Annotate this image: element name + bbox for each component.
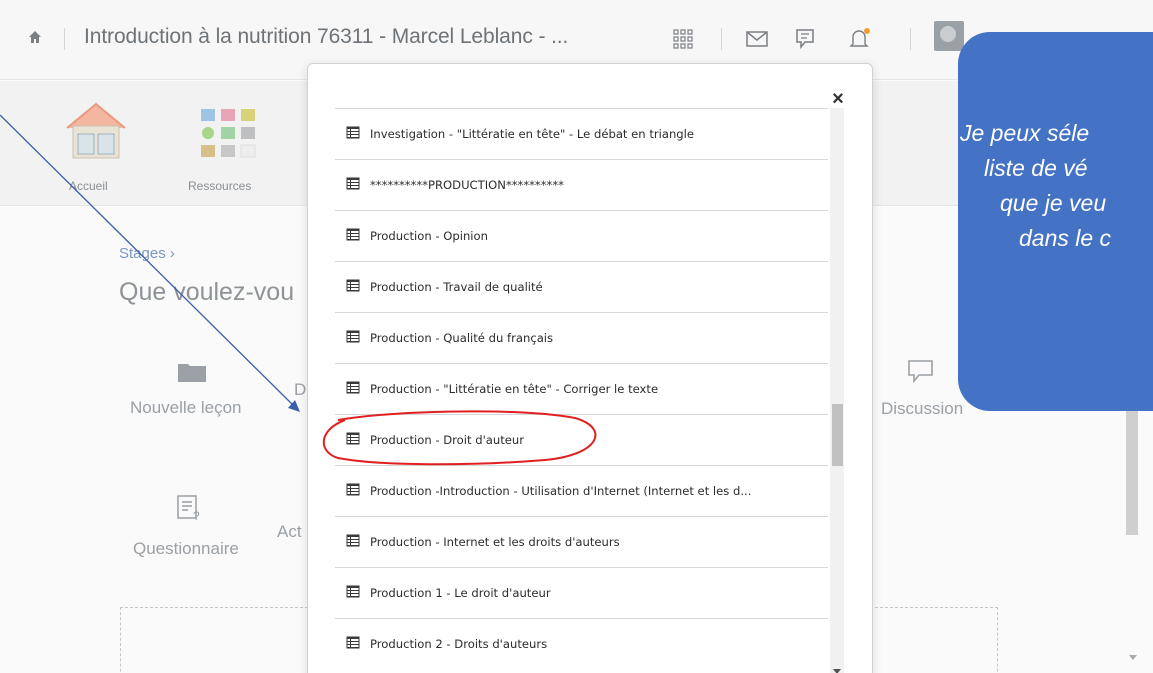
avatar[interactable]	[934, 21, 964, 51]
folder-icon	[178, 364, 206, 382]
list-item-label: **********PRODUCTION**********	[370, 178, 564, 192]
option-partial-act[interactable]: Act	[277, 522, 302, 542]
list-item-label: Production - Internet et les droits d'au…	[370, 535, 620, 549]
option-questionnaire[interactable]: Questionnaire	[133, 539, 239, 559]
table-icon	[346, 534, 360, 547]
list-item[interactable]: Investigation - "Littératie en tête" - L…	[335, 108, 828, 159]
list-item[interactable]: Production - Opinion	[335, 210, 828, 261]
table-icon	[346, 279, 360, 292]
divider	[64, 28, 65, 50]
list-item[interactable]: **********PRODUCTION**********	[335, 159, 828, 210]
list-item[interactable]: Production 1 - Le droit d'auteur	[335, 567, 828, 618]
resources-grid-icon[interactable]	[201, 109, 259, 165]
table-icon	[346, 636, 360, 649]
message-alert-icon[interactable]	[793, 26, 819, 52]
dialog-scrollbar-thumb[interactable]	[832, 404, 843, 466]
list-item-label: Production -Introduction - Utilisation d…	[370, 484, 752, 498]
activity-picker-dialog: × Investigation - "Littératie en tête" -…	[307, 63, 873, 673]
table-icon	[346, 381, 360, 394]
list-item-label: Investigation - "Littératie en tête" - L…	[370, 127, 695, 141]
option-partial[interactable]: D	[294, 380, 306, 400]
callout-line: que je veu	[1000, 190, 1107, 216]
mail-icon[interactable]	[744, 26, 770, 52]
quiz-icon: ?	[177, 495, 200, 522]
house-icon[interactable]	[65, 100, 127, 162]
list-item-label: Production - "Littératie en tête" - Corr…	[370, 382, 659, 396]
table-icon	[346, 330, 360, 343]
table-icon	[346, 177, 360, 190]
list-item[interactable]: Production - Qualité du français	[335, 312, 828, 363]
list-item[interactable]: Production - "Littératie en tête" - Corr…	[335, 363, 828, 414]
dialog-scrollbar-track[interactable]	[830, 108, 844, 673]
list-item[interactable]: Production - Travail de qualité	[335, 261, 828, 312]
list-item-label: Production 1 - Le droit d'auteur	[370, 586, 551, 600]
list-item[interactable]: Production - Internet et les droits d'au…	[335, 516, 828, 567]
scroll-down-arrow[interactable]	[1129, 655, 1137, 660]
option-discussion[interactable]: Discussion	[881, 399, 963, 419]
table-icon	[346, 585, 360, 598]
home-icon[interactable]	[28, 30, 42, 44]
list-item-label: Production - Droit d'auteur	[370, 433, 525, 447]
svg-text:?: ?	[193, 509, 200, 522]
table-icon	[346, 432, 360, 445]
breadcrumb[interactable]: Stages ›	[119, 245, 175, 262]
list-item-label: Production - Opinion	[370, 229, 488, 243]
callout-line: dans le c	[1019, 225, 1112, 251]
list-item[interactable]: Production -Introduction - Utilisation d…	[335, 465, 828, 516]
page-title: Que voulez-vou	[119, 278, 295, 306]
dialog-scroll-down-arrow[interactable]	[833, 669, 841, 673]
divider	[910, 28, 911, 50]
list-item[interactable]: Production - Droit d'auteur	[335, 414, 828, 465]
nav-tile-accueil[interactable]: Accueil	[69, 179, 108, 193]
chat-icon	[908, 360, 933, 384]
callout-line: liste de vé	[984, 155, 1088, 181]
table-icon	[346, 483, 360, 496]
list-item-label: Production - Travail de qualité	[370, 280, 543, 294]
course-title[interactable]: Introduction à la nutrition 76311 - Marc…	[84, 25, 568, 49]
list-item-label: Production 2 - Droits d'auteurs	[370, 637, 548, 651]
list-item-label: Production - Qualité du français	[370, 331, 554, 345]
table-icon	[346, 228, 360, 241]
close-button[interactable]: ×	[830, 89, 846, 109]
divider	[721, 28, 722, 50]
list-item[interactable]: Production 2 - Droits d'auteurs	[335, 618, 828, 669]
table-icon	[346, 126, 360, 139]
app-grid-icon[interactable]	[670, 26, 696, 52]
callout-line: Je peux séle	[960, 120, 1090, 146]
callout-text: Je peux séle liste de vé que je veu dans…	[958, 116, 1153, 256]
activity-list: Investigation - "Littératie en tête" - L…	[335, 108, 828, 669]
option-nouvelle-lecon[interactable]: Nouvelle leçon	[130, 398, 242, 418]
bell-icon[interactable]	[846, 26, 872, 52]
nav-tile-ressources[interactable]: Ressources	[188, 179, 251, 193]
